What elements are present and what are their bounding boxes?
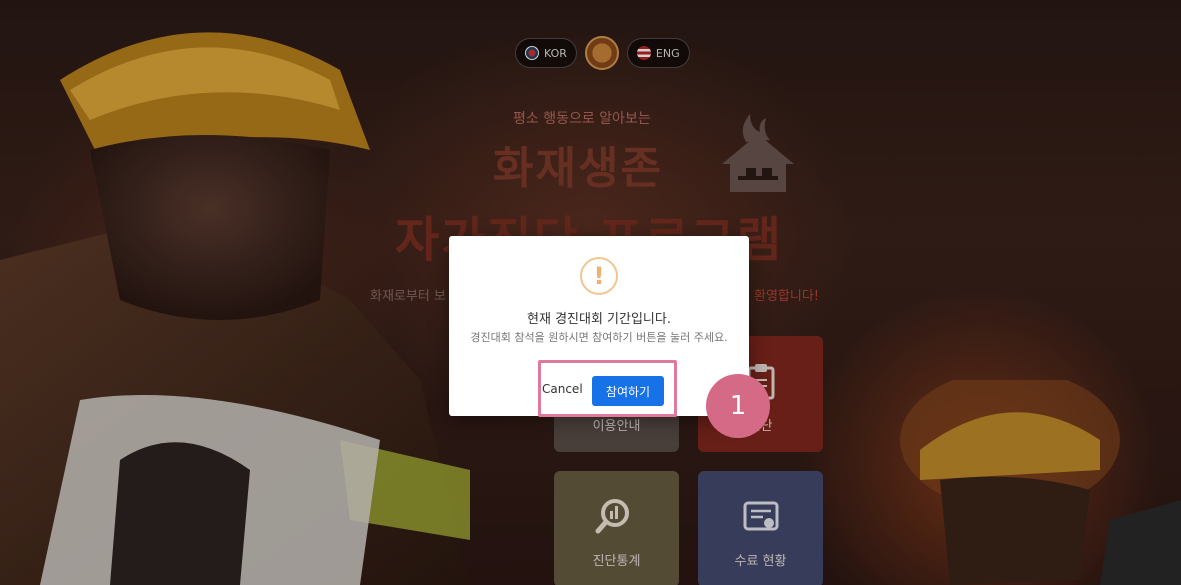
dialog-title: 현재 경진대회 기간입니다. <box>527 312 671 327</box>
dialog-message: 경진대회 참석을 원하시면 참여하기 버튼을 눌러 주세요. <box>470 331 728 344</box>
step-number-badge: 1 <box>706 374 770 438</box>
landing-page: KOR ENG 평소 행동으로 알아보는 화재생존 자가진단 프로그램 화재로부… <box>0 0 1181 585</box>
annotation-highlight-box <box>538 360 677 417</box>
warning-icon: ! <box>580 257 618 295</box>
